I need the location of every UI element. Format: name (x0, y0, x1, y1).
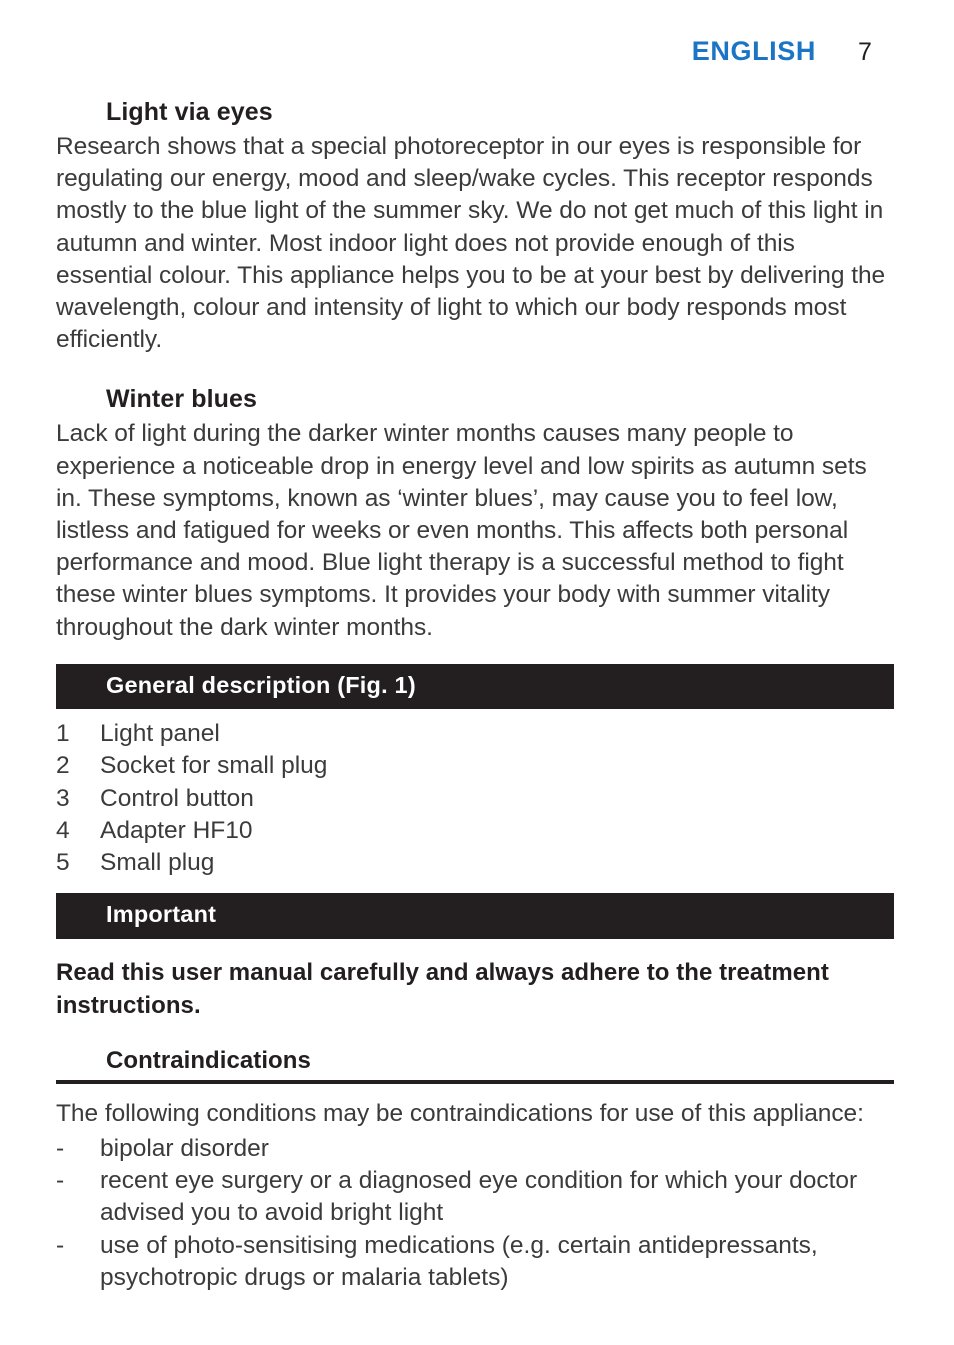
list-item-label: Adapter HF10 (100, 816, 253, 844)
list-item: 4 Adapter HF10 (56, 815, 894, 847)
page-content: Light via eyes Research shows that a spe… (56, 96, 894, 1294)
heading-winter-blues: Winter blues (106, 385, 257, 414)
contraindications-intro: The following conditions may be contrain… (56, 1099, 864, 1127)
banner-general-description: General description (Fig. 1) (56, 663, 894, 710)
page-number: 7 (858, 38, 872, 66)
important-lead-statement: Read this user manual carefully and alwa… (56, 958, 829, 1019)
heading-light-via-eyes: Light via eyes (106, 98, 273, 126)
banner-important: Important (56, 893, 894, 939)
list-item-label: Control button (100, 784, 254, 812)
heading-divider (56, 1079, 894, 1084)
list-item-label: Small plug (100, 849, 215, 877)
list-item: 2 Socket for small plug (56, 750, 894, 782)
list-item-number: 3 (56, 784, 70, 812)
list-item-number: 5 (56, 849, 70, 877)
bullet-marker: - (56, 1135, 65, 1162)
language-label: ENGLISH (691, 36, 816, 66)
paragraph-winter-blues: Lack of light during the darker winter m… (56, 420, 867, 641)
list-item-label: bipolar disorder (100, 1135, 269, 1162)
list-item-number: 1 (56, 720, 70, 748)
list-item: 3 Control button (56, 783, 894, 815)
list-item-label: Socket for small plug (100, 752, 328, 780)
bullet-marker: - (56, 1231, 65, 1259)
list-item-label: Light panel (100, 720, 220, 748)
list-item: 1 Light panel (56, 718, 894, 750)
manual-page: ENGLISH 7 Light via eyes Research shows … (0, 0, 954, 1345)
general-description-list: 1 Light panel 2 Socket for small plug 3 … (56, 718, 894, 879)
contraindications-list: - bipolar disorder - recent eye surgery … (56, 1133, 894, 1294)
list-item: - use of photo-sensitising medications (… (56, 1230, 894, 1294)
heading-contraindications: Contraindications (56, 1045, 894, 1084)
list-item-label: recent eye surgery or a diagnosed eye co… (100, 1167, 858, 1227)
list-item-number: 2 (56, 752, 70, 780)
list-item-label: use of photo-sensitising medications (e.… (100, 1231, 818, 1291)
list-item-number: 4 (56, 816, 70, 844)
bullet-marker: - (56, 1167, 65, 1195)
page-header: ENGLISH 7 (0, 36, 894, 67)
paragraph-light-via-eyes: Research shows that a special photorecep… (56, 133, 886, 354)
list-item: - bipolar disorder (56, 1133, 894, 1165)
list-item: 5 Small plug (56, 847, 894, 879)
list-item: - recent eye surgery or a diagnosed eye … (56, 1165, 894, 1229)
heading-contraindications-text: Contraindications (106, 1046, 311, 1074)
